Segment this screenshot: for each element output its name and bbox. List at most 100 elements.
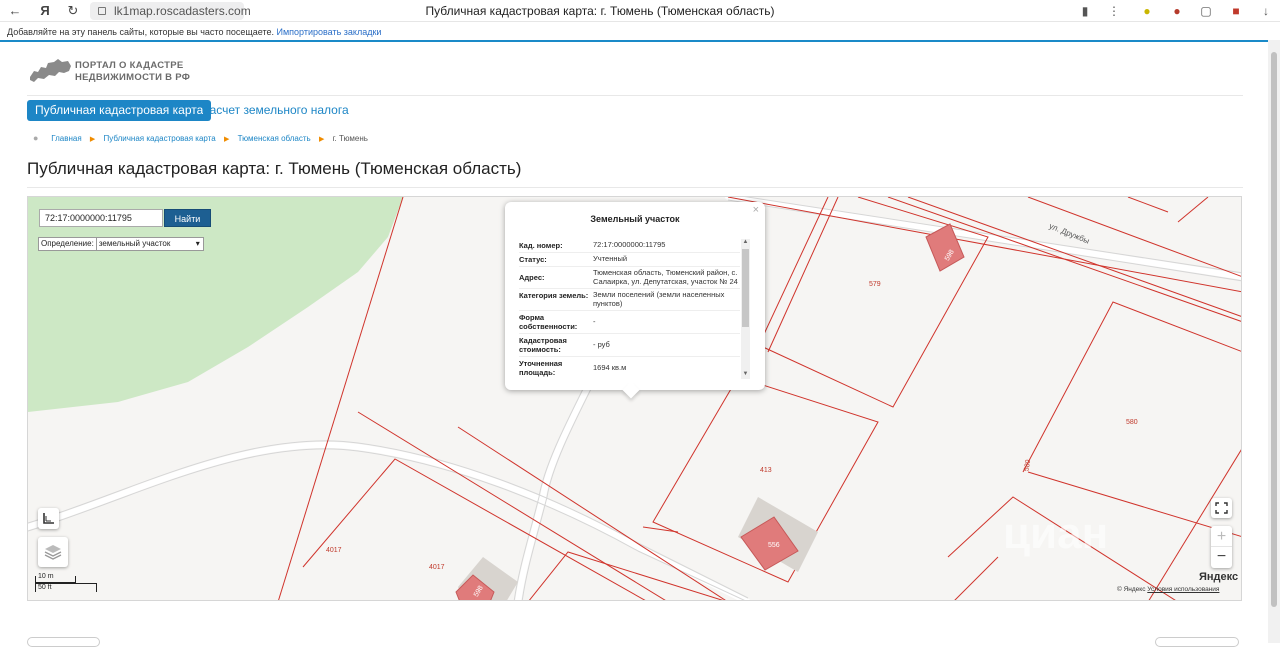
breadcrumb: ● Главная ▶ Публичная кадастровая карта … — [33, 133, 368, 143]
menu-dots-icon[interactable]: ⋮ — [1107, 4, 1121, 18]
parcel-label: 580 — [1126, 419, 1138, 426]
scroll-up-icon[interactable]: ▲ — [741, 239, 750, 247]
bookmark-icon[interactable]: ▮ — [1078, 4, 1092, 18]
row-value: Учтенный — [593, 254, 628, 263]
popup-details: Кад. номер: 72:17:0000000:11795 Статус: Уч… — [519, 239, 740, 377]
parcel-label: 4017 — [429, 564, 445, 571]
extension-icon[interactable]: ● — [1170, 4, 1184, 18]
bookmarks-bar: Добавляйте на эту панель сайты, которые … — [0, 24, 1280, 40]
back-icon[interactable]: ← — [6, 3, 24, 18]
breadcrumb-separator-icon: ▶ — [318, 136, 325, 143]
breadcrumb-separator-icon: ▶ — [223, 136, 230, 143]
row-key: Уточненная площадь: — [519, 359, 563, 377]
parcel-info-popup: Земельный участок × Кад. номер: 72:17:000… — [505, 202, 765, 390]
popup-row: Статус: Учтенный — [519, 253, 740, 267]
zoom-out-button[interactable]: − — [1211, 547, 1232, 568]
map-scale: 10 m 50 ft — [35, 572, 97, 594]
row-value: Земли поселений (земли населенных пункто… — [593, 290, 725, 308]
ruler-button[interactable] — [38, 508, 59, 529]
popup-scrollbar[interactable]: ▲ ▼ — [741, 239, 750, 379]
tab-title: Публичная кадастровая карта: г. Тюмень (… — [425, 4, 775, 18]
url-text: lk1map.roscadasters.com — [114, 4, 251, 18]
definition-dropdown[interactable]: земельный участок ▾ — [95, 238, 203, 250]
divider — [27, 95, 1243, 96]
pager-button[interactable] — [27, 637, 100, 647]
scale-metric: 10 m — [38, 573, 54, 580]
row-value: Тюменская область, Тюменский район, с. С… — [593, 268, 738, 286]
browser-toolbar: ← Я ↻ lk1map.roscadasters.com Публичная … — [0, 0, 1280, 22]
page-title: Публичная кадастровая карта: г. Тюмень (… — [27, 159, 522, 178]
breadcrumb-region[interactable]: Тюменская область — [238, 134, 311, 143]
map-attribution: © Яндекс Условия использования — [1117, 586, 1219, 593]
breadcrumb-separator-icon: ▶ — [89, 136, 96, 143]
building-label: 556 — [768, 542, 780, 549]
zoom-in-button[interactable]: + — [1211, 526, 1232, 547]
scrollbar-thumb[interactable] — [1271, 52, 1277, 607]
row-key: Кад. номер: — [519, 241, 563, 250]
tab-land-tax[interactable]: Расчет земельного налога — [194, 100, 357, 121]
page-scrollbar[interactable] — [1268, 40, 1280, 643]
popup-row: Уточненная площадь: 1694 кв.м — [519, 357, 740, 377]
close-icon[interactable]: × — [753, 204, 759, 216]
row-key: Кадастровая стоимость: — [519, 336, 567, 354]
layers-icon — [44, 545, 62, 560]
ruler-icon — [43, 513, 54, 524]
breadcrumb-city: г. Тюмень — [332, 134, 368, 143]
popup-row: Кадастровая стоимость: - руб — [519, 334, 740, 357]
fullscreen-button[interactable] — [1211, 498, 1232, 518]
popup-row: Кад. номер: 72:17:0000000:11795 — [519, 239, 740, 253]
row-key: Адрес: — [519, 273, 545, 282]
location-pin-icon: ● — [33, 133, 39, 143]
row-key: Категория земель: — [519, 291, 589, 300]
extension-icon[interactable]: ● — [1140, 4, 1154, 18]
bookmarks-prompt: Добавляйте на эту панель сайты, которые … — [7, 27, 274, 37]
russia-map-icon — [30, 59, 71, 82]
layers-button[interactable] — [38, 537, 68, 567]
popup-row: Адрес: Тюменская область, Тюменский район… — [519, 267, 740, 289]
scale-imperial: 50 ft — [38, 584, 52, 591]
scrollbar-thumb[interactable] — [742, 249, 749, 327]
popup-row: Форма собственности: - — [519, 311, 740, 334]
fullscreen-icon — [1215, 502, 1228, 514]
address-bar[interactable]: lk1map.roscadasters.com — [90, 2, 251, 20]
row-value: - — [593, 316, 596, 326]
row-key: Форма собственности: — [519, 313, 578, 331]
reload-icon[interactable]: ↻ — [64, 3, 82, 19]
row-key: Статус: — [519, 255, 547, 264]
definition-value: земельный участок — [98, 239, 171, 248]
cadastral-number-input[interactable]: 72:17:0000000:11795 — [39, 209, 163, 227]
scroll-down-icon[interactable]: ▼ — [741, 371, 750, 379]
popup-row: Категория земель: Земли поселений (земли … — [519, 289, 740, 311]
row-value: 1694 кв.м — [593, 362, 627, 372]
breadcrumb-map[interactable]: Публичная кадастровая карта — [104, 134, 216, 143]
downloads-icon[interactable]: ↓ — [1259, 4, 1273, 18]
yandex-home-icon[interactable]: Я — [36, 3, 54, 18]
copyright-text: © Яндекс — [1117, 586, 1146, 593]
find-button[interactable]: Найти — [164, 209, 211, 227]
divider — [0, 40, 1268, 42]
definition-label: Определение: — [41, 239, 94, 248]
cadastral-map[interactable]: 579 580 413 4017 4017 598 556 598 580 ул… — [27, 196, 1242, 601]
extension-icon[interactable]: ■ — [1229, 4, 1243, 18]
yandex-logo[interactable]: Яндекс — [1199, 571, 1238, 583]
row-value: 72:17:0000000:11795 — [593, 240, 666, 249]
logo-text-line2: НЕДВИЖИМОСТИ В РФ — [75, 72, 191, 83]
lock-icon — [98, 7, 106, 15]
breadcrumb-home[interactable]: Главная — [51, 134, 81, 143]
chevron-down-icon: ▾ — [195, 239, 200, 248]
site-logo[interactable]: ПОРТАЛ О КАДАСТРЕ НЕДВИЖИМОСТИ В РФ — [28, 57, 198, 87]
row-value: - руб — [593, 339, 610, 349]
watermark-text: циан — [1003, 509, 1109, 558]
parcel-label: 579 — [869, 281, 881, 288]
divider — [27, 187, 1243, 188]
import-bookmarks-link[interactable]: Импортировать закладки — [277, 27, 382, 37]
terms-link[interactable]: Условия использования — [1147, 586, 1219, 593]
zoom-control: + − — [1211, 526, 1232, 568]
collections-icon[interactable]: ▢ — [1199, 4, 1213, 18]
parcel-label: 4017 — [326, 547, 342, 554]
parcel-label: 413 — [760, 467, 772, 474]
popup-title: Земельный участок — [590, 214, 680, 224]
definition-select[interactable]: Определение: земельный участок ▾ — [38, 237, 204, 251]
tab-cadastral-map[interactable]: Публичная кадастровая карта — [27, 100, 212, 121]
pager-button[interactable] — [1155, 637, 1239, 647]
